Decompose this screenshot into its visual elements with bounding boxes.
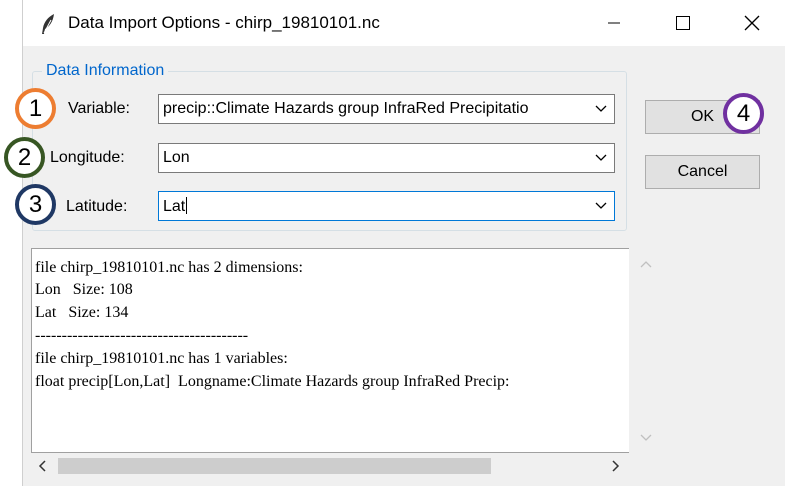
minimize-button[interactable] (591, 0, 637, 46)
longitude-label: Longitude: (50, 149, 125, 166)
info-line: Lat Size: 134 (35, 304, 129, 321)
chevron-left-icon[interactable] (38, 460, 46, 472)
latitude-value-text: Lat (163, 198, 186, 215)
minimize-icon (608, 22, 620, 24)
feather-icon (42, 14, 54, 34)
maximize-icon (676, 16, 690, 30)
latitude-value: Lat (163, 197, 588, 216)
annotation-number: 2 (17, 143, 32, 171)
chevron-down-icon[interactable] (595, 201, 607, 211)
variable-dropdown[interactable]: precip::Climate Hazards group InfraRed P… (158, 94, 615, 124)
chevron-up-icon[interactable] (640, 260, 652, 268)
info-line: file chirp_19810101.nc has 2 dimensions: (35, 259, 303, 276)
maximize-button[interactable] (660, 0, 706, 46)
longitude-value: Lon (163, 149, 190, 166)
info-line: float precip[Lon,Lat] Longname:Climate H… (35, 373, 510, 390)
latitude-dropdown[interactable]: Lat (158, 191, 615, 221)
horizontal-scroll-thumb[interactable] (58, 458, 491, 474)
info-text-area[interactable]: file chirp_19810101.nc has 2 dimensions:… (31, 248, 629, 453)
group-legend: Data Information (42, 61, 169, 81)
info-line: Lon Size: 108 (35, 281, 133, 298)
annotation-badge-3: 3 (15, 184, 56, 225)
annotation-badge-1: 1 (15, 88, 56, 129)
info-line: file chirp_19810101.nc has 1 variables: (35, 350, 288, 367)
close-icon (744, 15, 760, 31)
annotation-number: 4 (736, 99, 751, 127)
vertical-scrollbar[interactable] (629, 248, 663, 453)
annotation-badge-2: 2 (4, 137, 45, 178)
chevron-down-icon[interactable] (595, 104, 607, 114)
annotation-number: 3 (28, 190, 43, 218)
cancel-button[interactable]: Cancel (645, 155, 760, 189)
chevron-down-icon[interactable] (595, 153, 607, 163)
chevron-right-icon[interactable] (612, 460, 620, 472)
longitude-dropdown[interactable]: Lon (158, 143, 615, 173)
annotation-badge-4: 4 (723, 93, 764, 134)
annotation-number: 1 (28, 94, 43, 122)
text-caret (186, 197, 188, 214)
data-import-dialog: Data Import Options - chirp_19810101.nc … (22, 0, 785, 486)
title-bar[interactable]: Data Import Options - chirp_19810101.nc (23, 0, 785, 46)
chevron-down-icon[interactable] (640, 434, 652, 442)
close-button[interactable] (729, 0, 775, 46)
variable-label: Variable: (68, 100, 130, 117)
window-title: Data Import Options - chirp_19810101.nc (68, 13, 380, 32)
horizontal-scrollbar[interactable] (31, 453, 629, 479)
latitude-label: Latitude: (66, 198, 128, 215)
info-line: ---------------------------------------- (35, 327, 249, 344)
variable-value: precip::Climate Hazards group InfraRed P… (163, 100, 529, 117)
